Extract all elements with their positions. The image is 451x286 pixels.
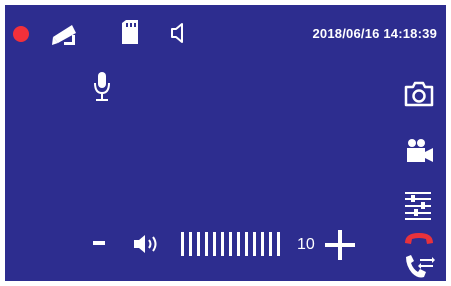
volume-tick <box>245 232 248 256</box>
volume-up-button[interactable] <box>325 230 355 260</box>
volume-tick <box>205 232 208 256</box>
microphone-icon[interactable] <box>92 71 112 103</box>
volume-tick <box>197 232 200 256</box>
hang-up-icon[interactable] <box>403 231 435 247</box>
volume-tick <box>221 232 224 256</box>
camera-icon <box>50 21 80 47</box>
intercom-screen: 2018/06/16 14:18:39 10 <box>5 5 446 281</box>
speaker-icon <box>170 22 186 44</box>
volume-tick <box>269 232 272 256</box>
volume-tick <box>237 232 240 256</box>
video-record-icon[interactable] <box>406 138 434 164</box>
snapshot-icon[interactable] <box>404 81 434 107</box>
recording-indicator-icon <box>13 26 29 42</box>
volume-tick <box>189 232 192 256</box>
settings-sliders-icon[interactable] <box>404 192 432 220</box>
volume-tick <box>253 232 256 256</box>
call-transfer-icon[interactable] <box>403 253 435 279</box>
volume-down-button[interactable] <box>93 241 105 245</box>
volume-level-bar[interactable] <box>181 232 280 256</box>
sd-card-icon <box>121 20 139 44</box>
volume-tick <box>277 232 280 256</box>
volume-level-value: 10 <box>297 236 315 253</box>
volume-tick <box>229 232 232 256</box>
volume-tick <box>213 232 216 256</box>
datetime-display: 2018/06/16 14:18:39 <box>312 26 437 41</box>
volume-tick <box>181 232 184 256</box>
volume-tick <box>261 232 264 256</box>
speaker-volume-icon <box>133 234 163 254</box>
